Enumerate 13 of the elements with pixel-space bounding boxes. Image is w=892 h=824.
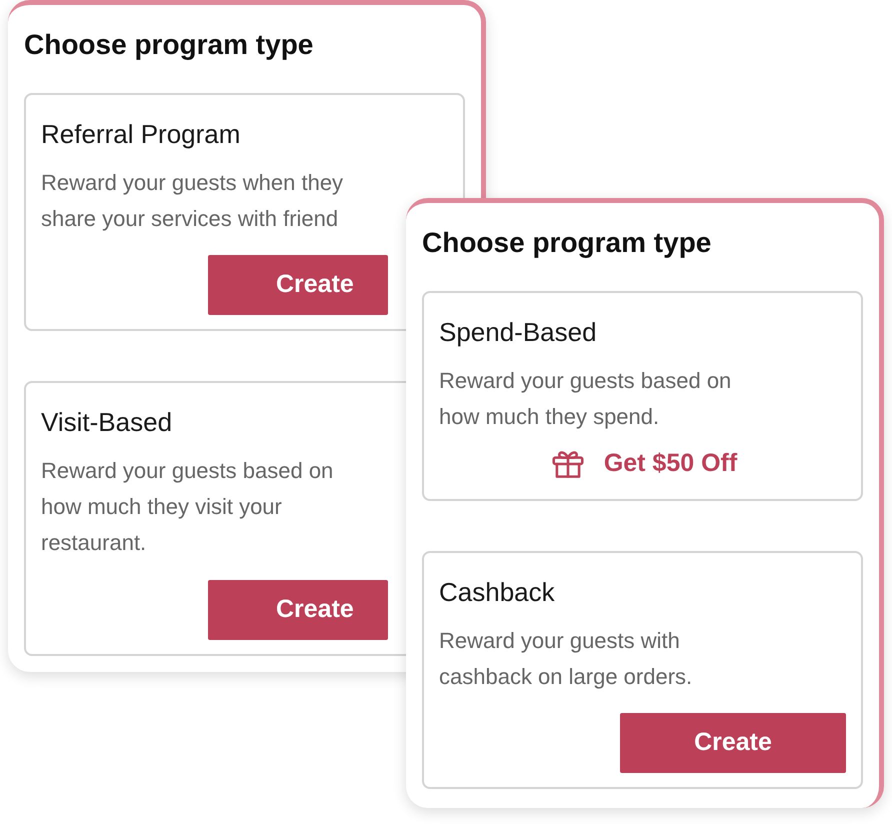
card-title: Referral Program: [41, 118, 242, 151]
card-description: Reward your guests with cashback on large orders.: [439, 627, 694, 691]
card-title: Spend-Based: [439, 316, 598, 349]
offer-link[interactable]: Get $50 Off: [604, 445, 738, 483]
create-button[interactable]: Create: [208, 580, 388, 640]
card-description: Reward your guests based on how much they spend.: [439, 367, 732, 431]
panel-title: Choose program type: [422, 226, 712, 260]
card-title: Cashback: [439, 576, 556, 609]
panel-title: Choose program type: [24, 28, 314, 62]
create-button[interactable]: Create: [620, 713, 846, 773]
card-description: Reward your guests when they share your services with friend: [41, 169, 344, 233]
create-button[interactable]: Create: [208, 255, 388, 315]
card-description: Reward your guests based on how much they visit your restaurant.: [41, 457, 334, 557]
